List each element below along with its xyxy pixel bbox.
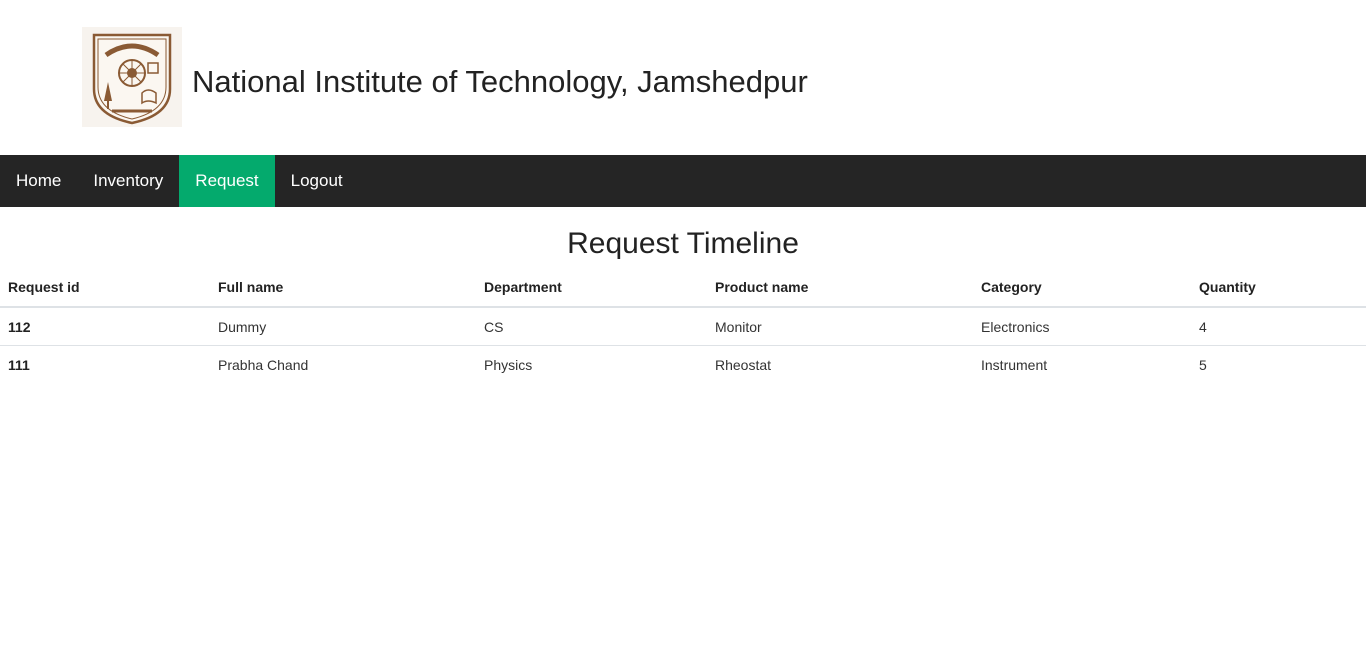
cell-department: CS xyxy=(476,307,707,346)
table-header-row: Request id Full name Department Product … xyxy=(0,268,1366,308)
page-title: Request Timeline xyxy=(567,227,799,260)
cell-request-id: 111 xyxy=(8,356,30,373)
column-header-product-name: Product name xyxy=(707,268,973,308)
cell-request-id: 112 xyxy=(0,307,210,346)
nav-inventory[interactable]: Inventory xyxy=(77,155,179,207)
column-header-full-name: Full name xyxy=(210,268,476,308)
column-header-department: Department xyxy=(476,268,707,308)
cell-product-name: Rheostat xyxy=(715,356,772,373)
column-header-category: Category xyxy=(973,268,1191,308)
table-row: 111 Prabha Chand Physics Rheostat Instru… xyxy=(0,346,1366,384)
request-table-container: Request id Full name Department Product … xyxy=(0,268,1366,383)
cell-full-name: Prabha Chand xyxy=(218,356,309,373)
site-title: National Institute of Technology, Jamshe… xyxy=(192,64,808,99)
cell-quantity: 5 xyxy=(1199,356,1207,373)
site-header: National Institute of Technology, Jamshe… xyxy=(0,0,1366,155)
cell-full-name: Dummy xyxy=(210,307,476,346)
cell-product-name: Monitor xyxy=(707,307,973,346)
cell-quantity: 4 xyxy=(1191,307,1366,346)
nav-logout[interactable]: Logout xyxy=(275,155,359,207)
nav-request[interactable]: Request xyxy=(179,155,275,207)
table-row: 112 Dummy CS Monitor Electronics 4 xyxy=(0,307,1366,346)
request-table: Request id Full name Department Product … xyxy=(0,268,1366,383)
column-header-request-id: Request id xyxy=(0,268,210,308)
emblem-icon xyxy=(92,33,172,125)
main-navbar: Home Inventory Request Logout xyxy=(0,155,1366,207)
cell-department: Physics xyxy=(484,356,533,373)
cell-category: Instrument xyxy=(981,356,1048,373)
institute-logo xyxy=(82,27,182,127)
nav-home[interactable]: Home xyxy=(0,155,77,207)
column-header-quantity: Quantity xyxy=(1191,268,1366,308)
cell-category: Electronics xyxy=(973,307,1191,346)
